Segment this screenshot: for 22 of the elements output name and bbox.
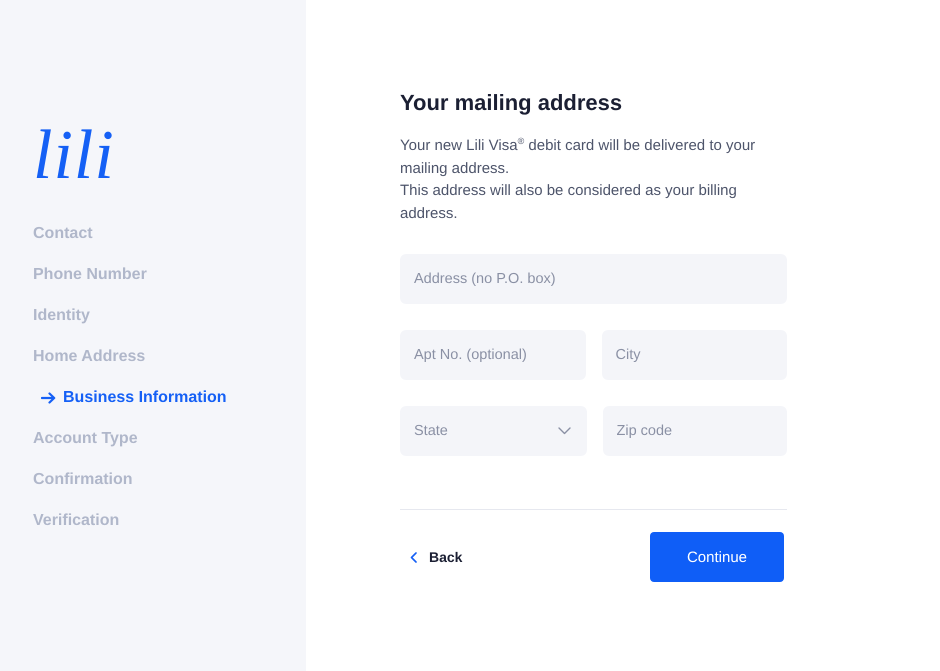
dropdown-field[interactable]: State [400, 406, 586, 456]
step-label: Confirmation [33, 470, 133, 490]
description-text: Your new Lili Visa$^{®}$ debit card will be delivered to your mailing address. [400, 135, 756, 178]
continue-button[interactable]: Continue [650, 532, 784, 582]
step-label: Identity [33, 306, 90, 326]
step-label: Account Type [33, 428, 138, 448]
logo: lili [33, 120, 115, 192]
step-label: Home Address [33, 346, 146, 366]
text-field[interactable]: Apt No. (optional) [400, 330, 586, 380]
form-title: Your mailing address [400, 90, 624, 116]
text-field[interactable]: City [602, 330, 787, 380]
text-field[interactable]: Address (no P.O. box) [400, 254, 787, 304]
description-text: This address will also be considered as your billing address. [400, 181, 738, 224]
chevron-down-icon [558, 427, 570, 435]
back-button[interactable]: Back [400, 545, 462, 569]
step-label: Business Information [63, 388, 227, 408]
text-field[interactable]: Zip code [602, 406, 787, 456]
step-label: Contact [33, 224, 93, 244]
step-label: Verification [33, 510, 120, 530]
step-label: Phone Number [33, 264, 147, 284]
arrow-right-icon [41, 392, 56, 404]
chevron-left-icon [410, 552, 417, 562]
